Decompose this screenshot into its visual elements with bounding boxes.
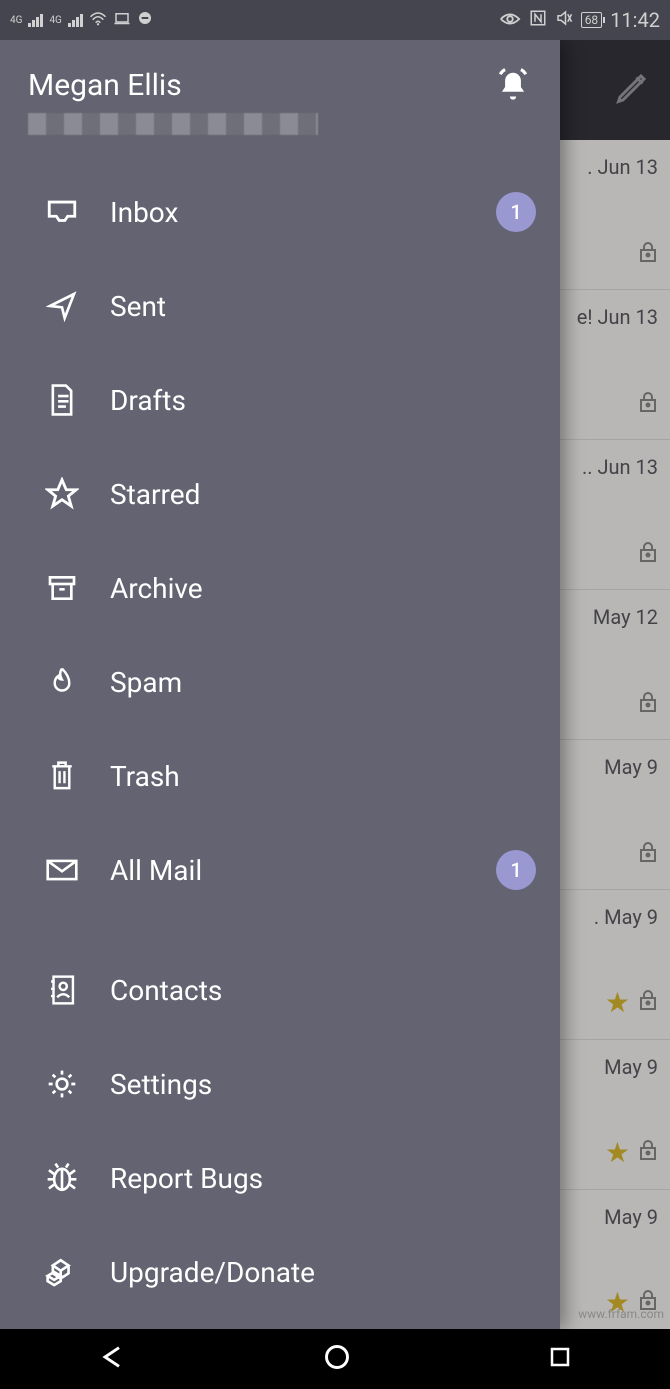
status-bar: 4G 4G 68 11:42: [0, 0, 670, 40]
action-bugs[interactable]: Report Bugs: [0, 1131, 560, 1225]
trash-icon: [40, 759, 84, 793]
folder-allmail[interactable]: All Mail1: [0, 823, 560, 917]
watermark: www.frfam.com: [578, 1307, 664, 1321]
upgrade-icon: [40, 1257, 84, 1287]
mute-icon: [555, 9, 573, 31]
battery-icon: 68: [581, 12, 603, 28]
folder-spam[interactable]: Spam: [0, 635, 560, 729]
sent-icon: [40, 290, 84, 322]
action-upgrade[interactable]: Upgrade/Donate: [0, 1225, 560, 1319]
signal-icon: [68, 13, 83, 27]
contacts-icon: [40, 973, 84, 1007]
eye-icon: [499, 11, 521, 30]
user-email-redacted: [28, 113, 318, 135]
menu-label: Trash: [110, 760, 536, 793]
archive-icon: [40, 572, 84, 604]
spam-icon: [40, 665, 84, 699]
starred-icon: [40, 477, 84, 511]
menu-label: Report Bugs: [110, 1162, 536, 1195]
menu-label: Inbox: [110, 196, 496, 229]
menu-label: Archive: [110, 572, 536, 605]
action-list: Contacts Settings Report Bugs Upgrade/Donat…: [0, 925, 560, 1389]
folder-list: Inbox1SentDraftsStarredArchiveSpamTrashA…: [0, 147, 560, 917]
drawer-header: Megan Ellis: [0, 40, 560, 147]
recent-button[interactable]: [548, 1345, 572, 1373]
wifi-icon: [89, 11, 107, 30]
network-label: 4G: [10, 15, 22, 26]
nfc-icon: [529, 9, 547, 31]
laptop-icon: [113, 11, 131, 30]
bugs-icon: [40, 1162, 84, 1194]
nav-drawer: Megan Ellis Inbox1SentDraftsStarredArchi…: [0, 40, 560, 1329]
folder-trash[interactable]: Trash: [0, 729, 560, 823]
unread-badge: 1: [496, 850, 536, 890]
folder-starred[interactable]: Starred: [0, 447, 560, 541]
menu-label: Contacts: [110, 974, 536, 1007]
user-name: Megan Ellis: [28, 68, 494, 103]
folder-archive[interactable]: Archive: [0, 541, 560, 635]
clock: 11:42: [610, 8, 660, 32]
allmail-icon: [40, 857, 84, 883]
folder-inbox[interactable]: Inbox1: [0, 165, 560, 259]
menu-label: Sent: [110, 290, 536, 323]
back-button[interactable]: [98, 1343, 126, 1375]
menu-label: Starred: [110, 478, 536, 511]
home-button[interactable]: [323, 1343, 351, 1375]
menu-label: All Mail: [110, 854, 496, 887]
signal-icon: [28, 13, 43, 27]
action-contacts[interactable]: Contacts: [0, 943, 560, 1037]
folder-sent[interactable]: Sent: [0, 259, 560, 353]
folder-drafts[interactable]: Drafts: [0, 353, 560, 447]
menu-label: Settings: [110, 1068, 536, 1101]
settings-icon: [40, 1068, 84, 1100]
menu-label: Upgrade/Donate: [110, 1256, 536, 1289]
menu-label: Spam: [110, 666, 536, 699]
action-settings[interactable]: Settings: [0, 1037, 560, 1131]
drafts-icon: [40, 383, 84, 417]
bell-icon[interactable]: [494, 68, 532, 110]
menu-label: Drafts: [110, 384, 536, 417]
unread-badge: 1: [496, 192, 536, 232]
system-navbar: [0, 1329, 670, 1389]
inbox-icon: [40, 197, 84, 227]
dnd-icon: [137, 10, 153, 30]
